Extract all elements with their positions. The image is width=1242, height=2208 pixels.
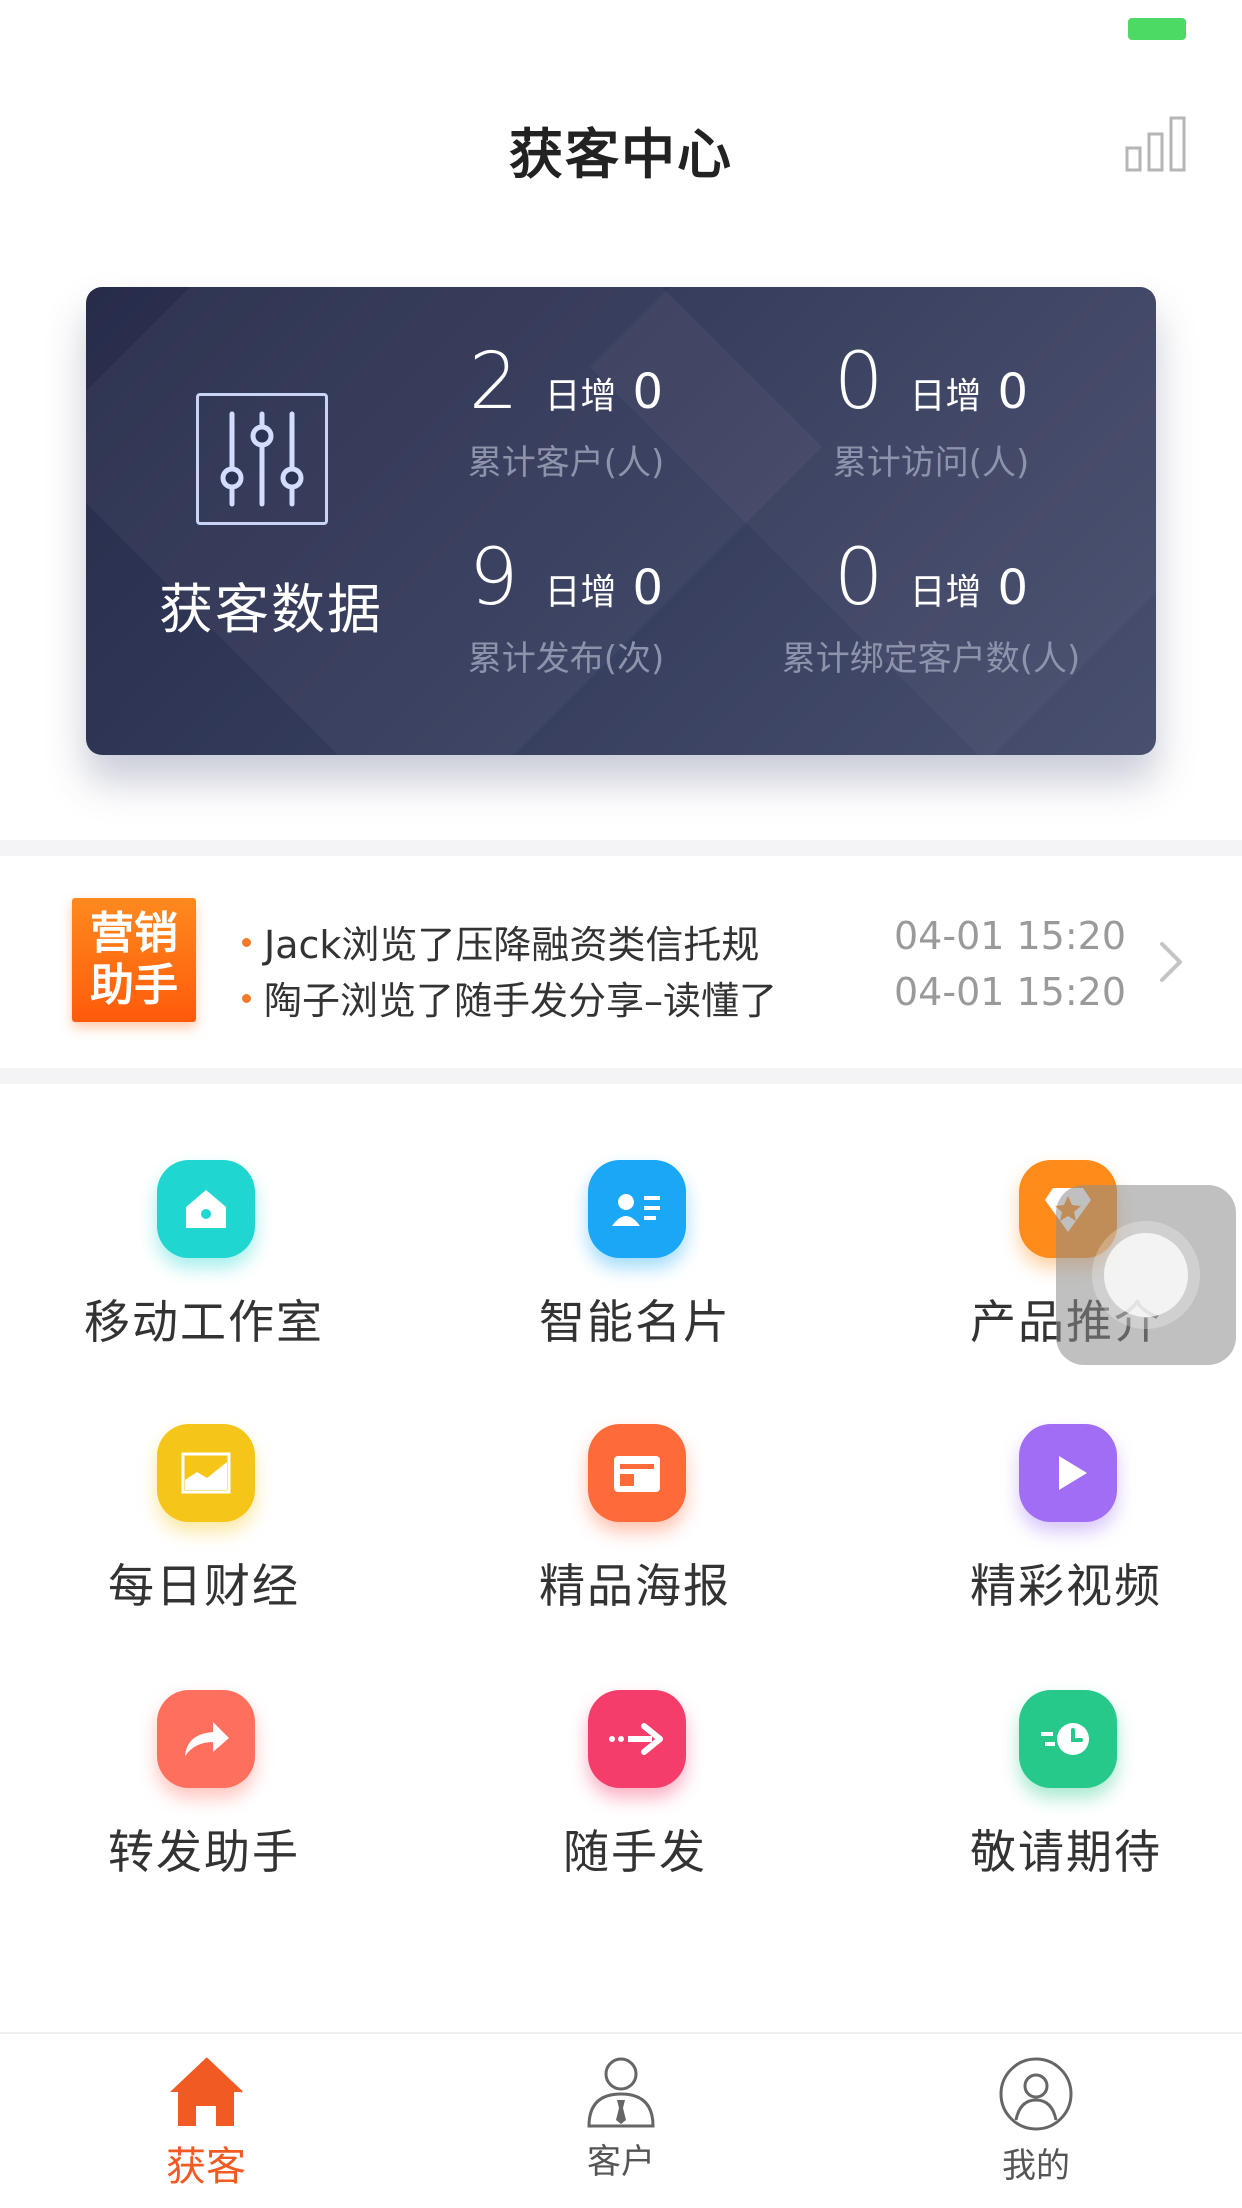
customer-data-card[interactable]: 获客数据 2 日增 0 累计客户(人) 0 日增 0 累计访问(人) 9 日增 0 累计发布… [86, 287, 1156, 755]
stat-inc-label: 日增 [544, 572, 617, 613]
home-icon [170, 2057, 243, 2126]
chevron-right-icon[interactable] [1150, 938, 1190, 986]
clock-icon [1019, 1690, 1117, 1788]
marketing-helper-badge: 营销 助手 [72, 898, 196, 1022]
stat-bound-customers: 0 日增 0 累计绑定客户数(人) [751, 533, 1111, 680]
stat-label: 累计绑定客户数(人) [781, 639, 1081, 679]
feature-videos[interactable]: 精彩视频 [876, 1424, 1242, 1654]
stat-label: 累计客户(人) [467, 443, 665, 483]
tab-acquire[interactable]: 获客 [86, 2054, 326, 2204]
section-divider [0, 1068, 1242, 1084]
feature-posters[interactable]: 精品海报 [445, 1424, 825, 1654]
stat-inc-value: 0 [997, 364, 1029, 420]
assistive-touch-button[interactable] [1056, 1185, 1236, 1365]
feature-label: 精品海报 [539, 1559, 731, 1613]
chart-area-icon [157, 1424, 255, 1522]
stat-value: 0 [833, 337, 884, 427]
news-time: 04-01 15:20 [894, 914, 1127, 958]
feature-quick-post[interactable]: 随手发 [445, 1690, 825, 1920]
stat-total-posts: 9 日增 0 累计发布(次) [386, 533, 746, 680]
tab-mine[interactable]: 我的 [916, 2054, 1156, 2204]
stat-value: 0 [833, 533, 884, 623]
badge-line: 营销 [90, 908, 178, 959]
feature-label: 每日财经 [108, 1559, 300, 1613]
stat-value: 2 [468, 337, 519, 427]
tab-bar: 获客 客户 我的 [0, 2032, 1242, 2208]
feature-smart-card[interactable]: 智能名片 [445, 1160, 825, 1390]
nav-bar: 获客中心 [0, 80, 1242, 210]
stat-label: 累计访问(人) [832, 443, 1030, 483]
assistive-touch-core [1104, 1233, 1188, 1317]
tab-label: 我的 [1002, 2146, 1070, 2186]
id-card-icon [588, 1160, 686, 1258]
stat-label: 累计发布(次) [467, 639, 665, 679]
feature-mobile-studio[interactable]: 移动工作室 [14, 1160, 394, 1390]
feature-label: 移动工作室 [84, 1295, 324, 1349]
news-text: Jack浏览了压降融资类信托规 [264, 923, 760, 967]
profile-icon [999, 2057, 1073, 2131]
bullet-dot [242, 994, 251, 1003]
stat-inc-value: 0 [632, 560, 664, 616]
feature-label: 敬请期待 [970, 1825, 1162, 1879]
news-time: 04-01 15:20 [894, 970, 1127, 1014]
tab-label: 获客 [166, 2144, 246, 2190]
feature-label: 智能名片 [539, 1295, 731, 1349]
stat-value: 9 [468, 533, 519, 623]
news-item[interactable]: Jack浏览了压降融资类信托规 04-01 15:20 [242, 912, 1222, 968]
stat-total-visits: 0 日增 0 累计访问(人) [751, 337, 1111, 484]
page-title: 获客中心 [509, 123, 733, 186]
stat-total-customers: 2 日增 0 累计客户(人) [386, 337, 746, 484]
section-divider [0, 840, 1242, 856]
card-title: 获客数据 [159, 578, 383, 641]
tab-customers[interactable]: 客户 [501, 2054, 741, 2204]
stat-inc-label: 日增 [909, 572, 982, 613]
share-arrow-icon [157, 1690, 255, 1788]
bullet-dot [242, 938, 251, 947]
feature-coming-soon[interactable]: 敬请期待 [876, 1690, 1242, 1920]
feature-daily-finance[interactable]: 每日财经 [14, 1424, 394, 1654]
stat-inc-value: 0 [997, 560, 1029, 616]
stat-inc-value: 0 [632, 364, 664, 420]
stat-inc-label: 日增 [909, 376, 982, 417]
battery-indicator [1128, 18, 1186, 40]
bar-chart-icon[interactable] [1124, 114, 1188, 174]
news-item[interactable]: 陶子浏览了随手发分享–读懂了 04-01 15:20 [242, 968, 1222, 1024]
customer-icon [587, 2057, 655, 2128]
feature-label: 随手发 [563, 1825, 707, 1879]
marketing-helper-banner[interactable]: 营销 助手 Jack浏览了压降融资类信托规 04-01 15:20 陶子浏览了随… [0, 856, 1242, 1068]
house-icon [157, 1160, 255, 1258]
image-icon [588, 1424, 686, 1522]
news-text: 陶子浏览了随手发分享–读懂了 [264, 979, 778, 1023]
feature-label: 精彩视频 [970, 1559, 1162, 1613]
feature-forward-helper[interactable]: 转发助手 [14, 1690, 394, 1920]
sliders-icon [196, 393, 328, 525]
stat-inc-label: 日增 [544, 376, 617, 417]
feature-label: 转发助手 [108, 1825, 300, 1879]
tab-label: 客户 [587, 2142, 655, 2182]
badge-line: 助手 [90, 960, 178, 1011]
play-icon [1019, 1424, 1117, 1522]
send-arrow-icon [588, 1690, 686, 1788]
